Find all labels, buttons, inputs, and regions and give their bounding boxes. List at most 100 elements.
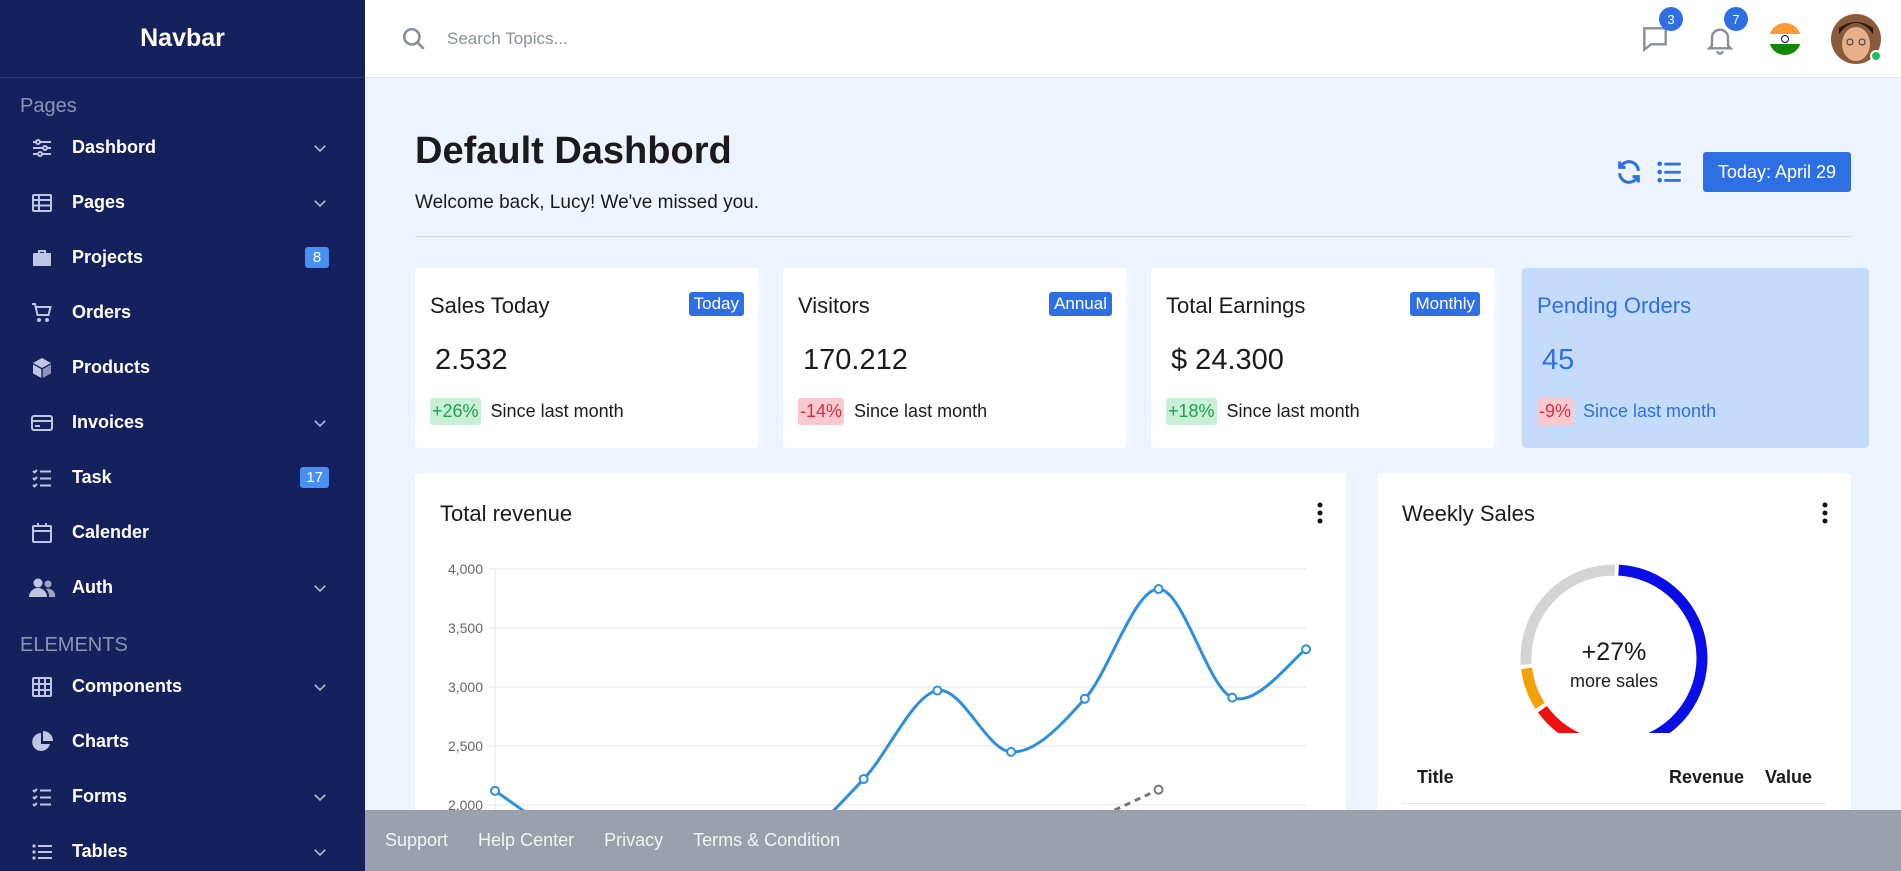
sidebar-item-label: Products	[72, 357, 151, 377]
y-tick-label: 4,000	[448, 561, 483, 577]
sidebar-item-label: Tables	[72, 841, 128, 861]
sidebar-item-auth[interactable]: Auth	[0, 560, 365, 615]
stat-card-total-earnings: Total Earnings Monthly $ 24.300 +18% Since l…	[1151, 268, 1495, 448]
page-title: Default Dashbord	[415, 130, 732, 172]
stat-card-visitors: Visitors Annual 170.212 -14% Since last mont…	[783, 268, 1127, 448]
sidebar-item-orders[interactable]: Orders	[0, 285, 365, 340]
footer: Support Help Center Privacy Terms & Conditi…	[365, 810, 1901, 871]
stat-card-pending-orders: Pending Orders 45 -9% Since last month	[1522, 268, 1869, 448]
data-point	[1153, 584, 1164, 595]
stat-title: Visitors	[798, 293, 870, 318]
messages-button[interactable]: 3	[1639, 7, 1683, 55]
y-tick-label: 2,500	[448, 738, 483, 754]
stat-title: Pending Orders	[1537, 293, 1692, 318]
section-title-elements: ELEMENTS	[20, 634, 128, 656]
brand-title[interactable]: Navbar	[0, 0, 365, 78]
chevron-down-icon	[314, 584, 326, 592]
list-view-icon[interactable]	[1655, 158, 1683, 186]
change-badge: +18%	[1166, 398, 1217, 425]
messages-count-badge: 3	[1659, 7, 1683, 31]
footer-link-support[interactable]: Support	[385, 830, 448, 851]
refresh-icon[interactable]	[1615, 158, 1643, 186]
change-badge: +26%	[430, 398, 481, 425]
sidebar-item-calender[interactable]: Calender	[0, 505, 365, 560]
footer-link-terms-condition[interactable]: Terms & Condition	[693, 830, 840, 851]
language-flag-india-icon[interactable]	[1769, 23, 1801, 55]
y-tick-label: 3,500	[448, 620, 483, 636]
change-badge: -9%	[1537, 398, 1574, 425]
stat-value: 45	[1542, 344, 1575, 376]
notifications-count-badge: 7	[1724, 7, 1748, 31]
count-badge: 8	[305, 247, 329, 268]
donut-center-value: +27%	[1581, 638, 1647, 666]
table-icon	[28, 189, 56, 217]
sidebar-item-label: Auth	[72, 577, 113, 597]
briefcase-icon	[28, 244, 56, 272]
pie-chart-icon	[28, 728, 56, 756]
count-badge: 17	[300, 467, 329, 488]
search-icon[interactable]	[401, 26, 427, 52]
chevron-down-icon	[314, 683, 326, 691]
sidebar: Navbar Pages Dashbord Pages Projects 8 Order…	[0, 0, 365, 871]
chevron-down-icon	[314, 144, 326, 152]
stat-value: 170.212	[803, 344, 908, 376]
grid-icon	[28, 673, 56, 701]
main-content: Default Dashbord Welcome back, Lucy! We'…	[365, 78, 1901, 871]
sidebar-item-dashbord[interactable]: Dashbord	[0, 120, 365, 175]
data-point	[1006, 746, 1017, 757]
chevron-down-icon	[314, 848, 326, 856]
sidebar-item-label: Forms	[72, 786, 128, 806]
data-point	[1079, 693, 1090, 704]
today-date-button[interactable]: Today: April 29	[1702, 152, 1851, 192]
sidebar-item-charts[interactable]: Charts	[0, 714, 365, 769]
sidebar-item-projects[interactable]: Projects 8	[0, 230, 365, 285]
notifications-button[interactable]: 7	[1704, 7, 1748, 55]
since-label: Since last month	[490, 401, 624, 421]
donut-center-label: more sales	[1569, 671, 1659, 691]
users-icon	[28, 574, 56, 602]
footer-link-help-center[interactable]: Help Center	[478, 830, 574, 851]
stat-value: $ 24.300	[1171, 344, 1284, 376]
credit-card-icon	[28, 409, 56, 437]
user-avatar[interactable]	[1831, 14, 1882, 64]
data-point	[932, 685, 943, 696]
weekly-sales-donut-chart	[1520, 564, 1708, 733]
data-point	[1153, 784, 1164, 795]
sliders-icon	[28, 134, 56, 162]
change-badge: -14%	[798, 398, 845, 425]
sidebar-item-pages[interactable]: Pages	[0, 175, 365, 230]
sidebar-item-tables[interactable]: Tables	[0, 824, 365, 871]
data-point	[490, 785, 500, 796]
sidebar-item-components[interactable]: Components	[0, 659, 365, 714]
table-divider	[1402, 803, 1826, 804]
data-point	[1227, 692, 1238, 703]
stat-title: Sales Today	[430, 293, 550, 318]
sidebar-item-label: Calender	[72, 522, 150, 542]
sidebar-item-forms[interactable]: Forms	[0, 769, 365, 824]
list-icon	[28, 838, 56, 866]
section-title-pages: Pages	[20, 95, 77, 117]
period-badge: Annual	[1049, 292, 1112, 316]
chevron-down-icon	[314, 199, 326, 207]
online-status-dot	[1870, 50, 1882, 62]
data-point	[858, 774, 869, 785]
sidebar-item-products[interactable]: Products	[0, 340, 365, 395]
sidebar-item-label: Projects	[72, 247, 144, 267]
search-input[interactable]	[447, 28, 947, 49]
header-divider	[415, 236, 1851, 237]
donut-slice	[1537, 705, 1580, 733]
sidebar-item-label: Dashbord	[72, 137, 157, 157]
sidebar-item-label: Pages	[72, 192, 126, 212]
period-badge: Monthly	[1410, 292, 1480, 316]
sidebar-item-invoices[interactable]: Invoices	[0, 395, 365, 450]
data-point	[1301, 644, 1311, 655]
table-header-value: Value	[1765, 767, 1813, 787]
checklist-icon	[28, 783, 56, 811]
period-badge: Today	[688, 292, 744, 316]
sidebar-item-label: Components	[72, 676, 182, 696]
footer-link-privacy[interactable]: Privacy	[604, 830, 663, 851]
y-tick-label: 3,000	[448, 679, 483, 695]
stat-value: 2.532	[435, 344, 508, 376]
sidebar-item-task[interactable]: Task 17	[0, 450, 365, 505]
box-icon	[28, 354, 56, 382]
